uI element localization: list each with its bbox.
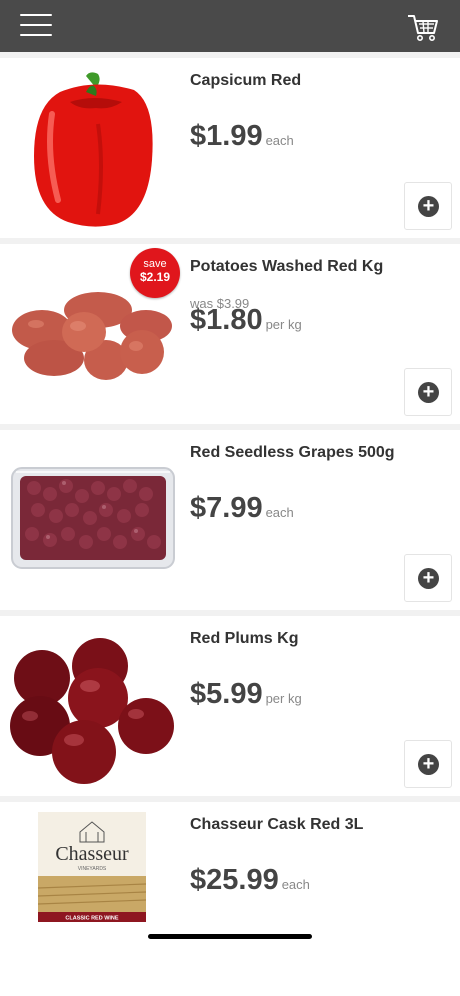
save-badge-amount: $2.19 <box>139 270 171 284</box>
add-to-cart-button[interactable]: + <box>404 554 452 602</box>
plus-icon: + <box>418 568 439 589</box>
save-badge-label: save <box>143 258 167 270</box>
product-list: Capsicum Red $1.99 each + save $2.19 Pot… <box>0 52 460 982</box>
price-row: $5.99 per kg <box>190 678 302 711</box>
product-name[interactable]: Red Plums Kg <box>190 630 298 648</box>
product-name[interactable]: Potatoes Washed Red Kg <box>190 258 383 276</box>
plus-icon: + <box>418 382 439 403</box>
price-unit: each <box>281 877 310 892</box>
hamburger-menu-icon[interactable] <box>20 14 52 38</box>
add-to-cart-button[interactable]: + <box>404 182 452 230</box>
plus-icon: + <box>418 196 439 217</box>
price-unit: per kg <box>265 691 302 706</box>
product-image-grapes <box>6 436 180 604</box>
product-price: $1.80 <box>190 304 263 336</box>
product-card[interactable]: save $2.19 Potatoes Washed Red Kg was $3… <box>0 244 460 424</box>
product-image-wine-cask: Chasseur VINEYARDS CLASSIC RED WINE <box>6 808 180 976</box>
add-to-cart-button[interactable]: + <box>404 740 452 788</box>
price-unit: per kg <box>265 317 302 332</box>
product-card[interactable]: Chasseur VINEYARDS CLASSIC RED WINE Chas… <box>0 802 460 982</box>
product-card[interactable]: Capsicum Red $1.99 each + <box>0 58 460 238</box>
product-name[interactable]: Capsicum Red <box>190 72 301 90</box>
save-badge: save $2.19 <box>130 248 180 298</box>
product-image-plums <box>6 622 180 790</box>
wine-sub-logo: VINEYARDS <box>78 866 107 872</box>
product-price: $7.99 <box>190 492 263 524</box>
product-name[interactable]: Chasseur Cask Red 3L <box>190 816 363 834</box>
product-name[interactable]: Red Seedless Grapes 500g <box>190 444 395 462</box>
price-unit: each <box>265 505 294 520</box>
product-card[interactable]: Red Seedless Grapes 500g $7.99 each + <box>0 430 460 610</box>
product-price: $1.99 <box>190 120 263 152</box>
product-image-capsicum <box>6 64 180 232</box>
price-row: $1.99 each <box>190 120 294 153</box>
product-card[interactable]: Red Plums Kg $5.99 per kg + <box>0 616 460 796</box>
price-row: $7.99 each <box>190 492 294 525</box>
price-unit: each <box>265 133 294 148</box>
wine-label-text: CLASSIC RED WINE <box>65 916 119 922</box>
price-row: $25.99 each <box>190 864 310 897</box>
top-bar <box>0 0 460 52</box>
shopping-cart-icon[interactable] <box>406 10 440 44</box>
plus-icon: + <box>418 754 439 775</box>
add-to-cart-button[interactable]: + <box>404 368 452 416</box>
price-row: $1.80 per kg <box>190 304 302 337</box>
product-price: $5.99 <box>190 678 263 710</box>
home-indicator <box>148 934 312 939</box>
product-price: $25.99 <box>190 864 279 896</box>
wine-brand-logo: Chasseur <box>55 843 129 865</box>
